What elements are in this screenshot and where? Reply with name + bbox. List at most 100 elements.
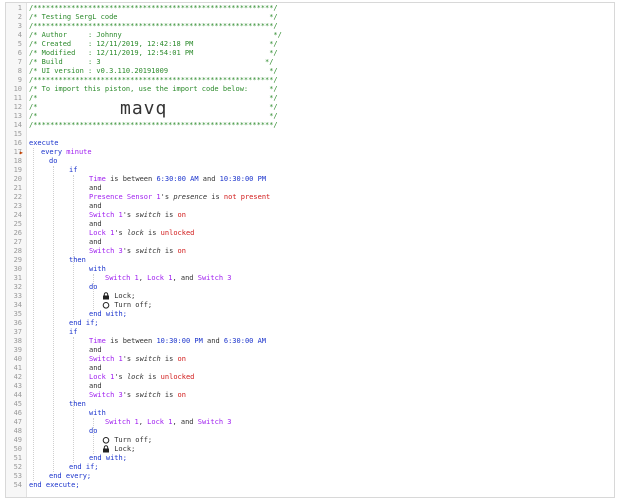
code-line: 50 Lock; [13,445,136,453]
and-operator[interactable]: and [89,346,102,355]
and-operator[interactable]: and [89,382,102,391]
turn-off-action[interactable]: Turn off; [114,436,152,444]
code-line: 8/* UI version : v0.3.110.20191009 */ [17,67,278,75]
import-code[interactable]: mavq [120,98,167,119]
and-operator[interactable]: and [89,184,102,193]
condition-value[interactable]: unlocked [161,229,195,237]
and-operator[interactable]: and [89,202,102,211]
attribute-name: switch [135,355,161,363]
end-execute-keyword[interactable]: end execute; [29,481,80,489]
code-line: 15 [13,130,22,138]
device-name[interactable]: Lock 1 [89,229,114,237]
code-line: 6/* Modified : 12/11/2019, 12:54:01 PM *… [17,49,278,57]
then-keyword[interactable]: then [69,400,86,408]
condition-value[interactable]: on [178,211,186,219]
device-name[interactable]: Switch 3 [89,247,123,255]
if-keyword[interactable]: if [69,328,77,336]
piston-code-editor[interactable]: 1/**************************************… [5,2,615,498]
code-line: 42 Lock 1's lock is unlocked [13,373,195,381]
lock-action[interactable]: Lock; [114,292,135,300]
code-line: 45 then [13,400,86,408]
code-line: 31 Switch 1, Lock 1, and Switch 3 [13,274,232,282]
device-name[interactable]: Lock 1 [147,274,172,282]
indent-guide [73,175,74,319]
code-line: 1/**************************************… [17,4,278,12]
code-line: 47 Switch 1, Lock 1, and Switch 3 [13,418,232,426]
turn-off-action[interactable]: Turn off; [114,301,152,309]
device-name[interactable]: Switch 1 [105,418,139,426]
time-operand[interactable]: Time [89,337,106,345]
condition-value[interactable]: not present [224,193,270,201]
if-keyword[interactable]: if [69,166,77,174]
then-keyword[interactable]: then [69,256,86,264]
execute-keyword[interactable]: execute [29,139,59,147]
code-line: 49 Turn off; [13,436,153,444]
code-line: 7/* Build : 3 */ [17,58,274,66]
device-name[interactable]: Switch 1 [89,355,123,363]
condition-value[interactable]: on [178,247,186,255]
code-line: 41 and [13,364,102,373]
code-line: 33 Lock; [13,292,136,300]
end-if-keyword[interactable]: end if; [69,463,99,471]
and-operator[interactable]: and [89,364,102,373]
do-keyword[interactable]: do [49,157,57,165]
condition-value[interactable]: on [178,355,186,363]
comment-text: /***************************************… [29,22,278,30]
device-name[interactable]: Switch 1 [105,274,139,282]
indent-guide [93,418,94,454]
code-line: 13/* */ [13,112,278,120]
time-value[interactable]: 10:30:00 PM [156,337,202,345]
device-name[interactable]: Presence Sensor 1 [89,193,161,201]
code-line: 19 if [13,166,78,174]
code-line: 46 with [13,409,106,417]
code-line: 24 Switch 1's switch is on [13,211,186,219]
and-operator[interactable]: and [89,220,102,229]
comment-text: /***************************************… [29,76,278,84]
code-line: 17 ▸ every minute [13,148,92,157]
code-line: 23 and [13,202,102,211]
end-with-keyword[interactable]: end with; [89,454,127,462]
device-name[interactable]: Switch 3 [198,418,232,426]
condition-value[interactable]: unlocked [161,373,195,381]
device-name[interactable]: Lock 1 [89,373,114,381]
and-operator[interactable]: and [89,238,102,247]
comment-text: /***************************************… [29,121,278,129]
code-line: 16 execute [13,139,59,147]
time-value[interactable]: 6:30:00 AM [156,175,198,183]
device-name[interactable]: Lock 1 [147,418,172,426]
code-line: 48 do [13,427,98,435]
timer-marker-icon: ▸ [19,148,24,157]
end-with-keyword[interactable]: end with; [89,310,127,318]
end-every-keyword[interactable]: end every; [49,472,91,480]
time-value[interactable]: 10:30:00 PM [220,175,266,183]
condition-value[interactable]: on [178,391,186,399]
comment-ui-version: /* UI version : v0.3.110.20191009 */ [29,67,278,75]
power-icon [102,437,110,444]
with-keyword[interactable]: with [89,409,106,417]
with-keyword[interactable]: with [89,265,106,273]
code-line: 20 Time is between 6:30:00 AM and 10:30:0… [13,175,267,183]
lock-action[interactable]: Lock; [114,445,135,453]
code-line: 40 Switch 1's switch is on [13,355,186,363]
code-line: 5/* Created : 12/11/2019, 12:42:18 PM */ [17,40,278,48]
code-line: 38 Time is between 10:30:00 PM and 6:30:0… [13,337,267,345]
device-name[interactable]: Switch 1 [89,211,123,219]
minute-value[interactable]: minute [66,148,91,156]
every-keyword[interactable]: every [41,148,62,156]
comment-import: /* To import this piston, use the import… [29,85,278,93]
code-line: 32 do [13,283,98,291]
code-line: 12/* */ [13,103,278,111]
device-name[interactable]: Switch 3 [89,391,123,399]
code-line: 3/**************************************… [17,22,278,30]
comment-created: /* Created : 12/11/2019, 12:42:18 PM */ [29,40,278,48]
code-line: 35 end with; [13,310,127,318]
lock-icon [103,292,109,300]
end-if-keyword[interactable]: end if; [69,319,99,327]
code-line: 10/* To import this piston, use the impo… [13,85,278,93]
comment-build: /* Build : 3 */ [29,58,274,66]
time-value[interactable]: 6:30:00 AM [224,337,266,345]
code-line: 28 Switch 3's switch is on [13,247,186,255]
device-name[interactable]: Switch 3 [198,274,232,282]
time-operand[interactable]: Time [89,175,106,183]
indent-guide [73,337,74,463]
